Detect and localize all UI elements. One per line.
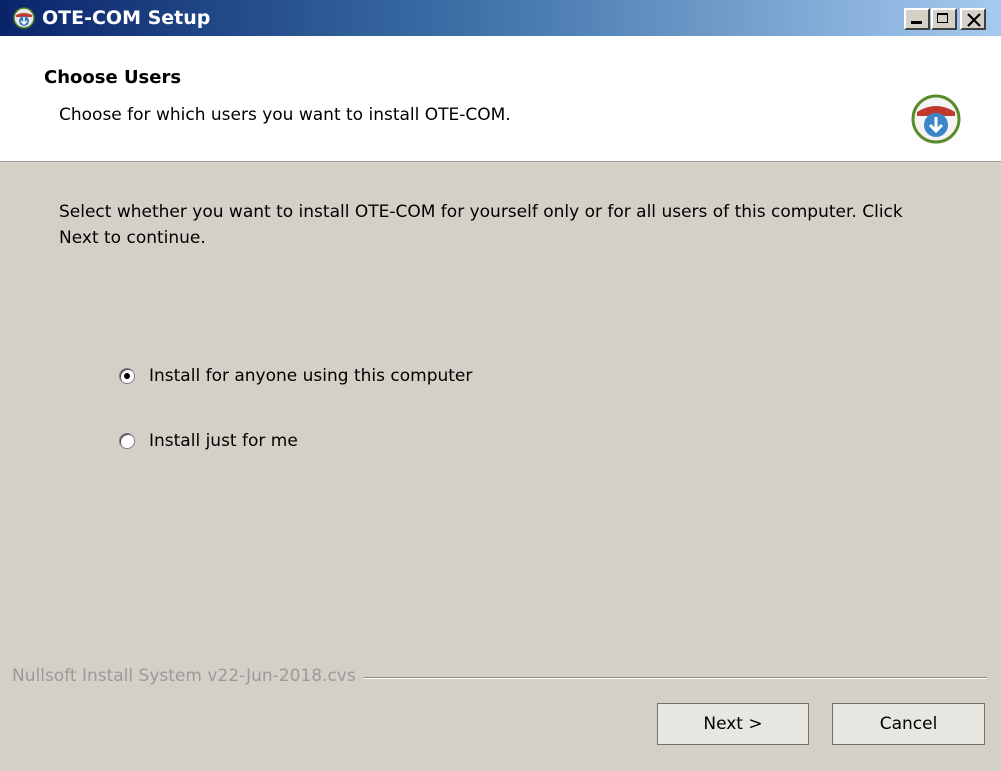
maximize-button[interactable]: [931, 8, 957, 30]
option-just-me-label[interactable]: Install just for me: [149, 431, 298, 451]
intro-text: Select whether you want to install OTE-C…: [59, 202, 903, 248]
page-subtitle: Choose for which users you want to insta…: [59, 105, 511, 125]
option-all-users[interactable]: Install for anyone using this computer: [119, 363, 472, 389]
header-panel: Choose Users Choose for which users you …: [0, 36, 1001, 162]
installer-globe-icon: [13, 7, 35, 29]
minimize-button[interactable]: [904, 8, 930, 30]
radio-all-users[interactable]: [119, 368, 135, 384]
option-all-users-label[interactable]: Install for anyone using this computer: [149, 366, 472, 386]
title-bar[interactable]: OTE-COM Setup: [0, 0, 1001, 36]
installer-download-icon: [911, 94, 961, 144]
option-just-me[interactable]: Install just for me: [119, 428, 298, 454]
window-title: OTE-COM Setup: [42, 7, 211, 29]
branding-text: Nullsoft Install System v22-Jun-2018.cvs: [12, 666, 364, 686]
close-button[interactable]: [960, 8, 986, 30]
radio-just-me[interactable]: [119, 433, 135, 449]
cancel-button[interactable]: Cancel: [832, 703, 985, 745]
next-button[interactable]: Next >: [657, 703, 809, 745]
page-title: Choose Users: [44, 67, 182, 88]
setup-window: OTE-COM Setup Choose Users Choose for wh…: [0, 0, 1001, 771]
close-icon: [967, 13, 981, 27]
